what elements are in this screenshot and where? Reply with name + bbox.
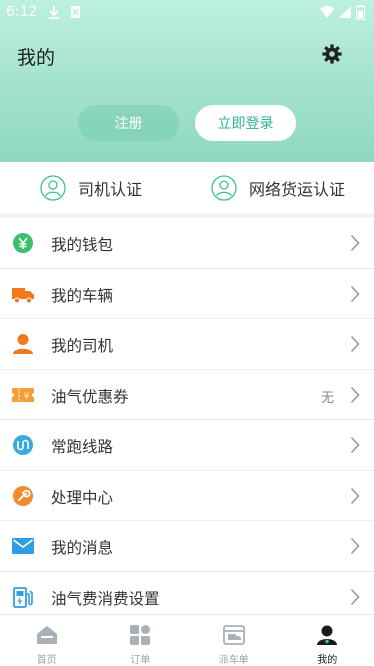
chevron-right-icon [350, 436, 360, 454]
grid-icon [130, 625, 151, 645]
sim-card-icon [71, 6, 80, 18]
wifi-icon [320, 6, 334, 18]
fuel-pump-icon [13, 586, 33, 608]
register-button[interactable]: 注册 [78, 105, 179, 141]
nav-item-label: 订单 [130, 655, 151, 666]
driver-certification[interactable]: 司机认证 [40, 162, 142, 213]
truck-icon [12, 287, 34, 303]
menu-item-label: 常跑线路 [51, 438, 114, 456]
bottom-navigation: 首页 订单 派车单 我的 [0, 614, 374, 666]
chevron-right-icon [350, 234, 360, 252]
menu-item-label: 我的消息 [51, 539, 114, 557]
menu-item-messages[interactable]: 我的消息 [0, 521, 374, 572]
battery-icon [356, 5, 365, 20]
route-icon [13, 435, 33, 455]
user-outline-icon [211, 174, 237, 201]
menu-item-vehicles[interactable]: 我的车辆 [0, 269, 374, 319]
driver-icon [13, 334, 33, 354]
signal-icon [339, 6, 351, 18]
chevron-right-icon [350, 487, 360, 504]
menu-item-processing-center[interactable]: 处理中心 [0, 471, 374, 521]
nav-item-label: 首页 [36, 655, 57, 666]
login-button-label: 立即登录 [217, 116, 274, 132]
nav-item-label: 派车单 [218, 655, 249, 666]
nav-item-orders[interactable]: 订单 [94, 615, 188, 666]
svg-text:¥: ¥ [24, 391, 29, 400]
nav-item-dispatch[interactable]: 派车单 [187, 615, 281, 666]
menu-item-drivers[interactable]: 我的司机 [0, 319, 374, 370]
menu-item-label: 我的司机 [51, 337, 114, 355]
wallet-icon [13, 233, 33, 253]
profile-header: 6:12 我的 注册 立即登录 [0, 0, 374, 162]
chevron-right-icon [350, 537, 360, 555]
chevron-right-icon [350, 285, 360, 302]
chevron-right-icon [350, 386, 360, 403]
login-button[interactable]: 立即登录 [195, 105, 296, 141]
status-time: 6:12 [6, 4, 38, 20]
chevron-right-icon [350, 588, 360, 605]
page-title: 我的 [17, 47, 56, 69]
menu-item-label: 油气费消费设置 [51, 589, 160, 608]
menu-item-frequent-routes[interactable]: 常跑线路 [0, 420, 374, 471]
menu-item-label: 油气优惠券 [51, 387, 129, 406]
download-icon [49, 6, 59, 19]
menu-item-label: 我的钱包 [51, 236, 114, 254]
menu-item-label: 我的车辆 [51, 286, 114, 305]
menu-item-wallet[interactable]: 我的钱包 [0, 218, 374, 269]
network-freight-certification[interactable]: 网络货运认证 [211, 162, 345, 213]
nav-item-mine[interactable]: 我的 [281, 615, 374, 666]
status-bar: 6:12 [0, 0, 374, 26]
coupon-icon: ¥ [12, 387, 34, 402]
coupon-count-value: 无 [320, 390, 334, 406]
menu-item-label: 处理中心 [51, 488, 114, 507]
home-icon [36, 626, 57, 644]
dispatch-icon [222, 625, 245, 645]
gear-icon[interactable] [321, 43, 343, 65]
profile-icon [317, 625, 338, 645]
certification-row: 司机认证 网络货运认证 [0, 162, 374, 213]
wrench-icon [13, 485, 33, 506]
nav-item-label: 我的 [317, 655, 338, 666]
user-outline-icon [40, 174, 66, 201]
menu-list: 我的钱包 我的车辆 我的司机 ¥ 油气优惠券 无 常跑线路 处理中心 我的消息 … [0, 218, 374, 622]
chevron-right-icon [350, 335, 360, 353]
certification-label: 司机认证 [78, 179, 143, 199]
mail-icon [12, 538, 34, 554]
nav-item-home[interactable]: 首页 [0, 615, 94, 666]
certification-label: 网络货运认证 [249, 179, 346, 199]
menu-item-fuel-coupons[interactable]: ¥ 油气优惠券 无 [0, 370, 374, 420]
register-button-label: 注册 [114, 116, 143, 132]
